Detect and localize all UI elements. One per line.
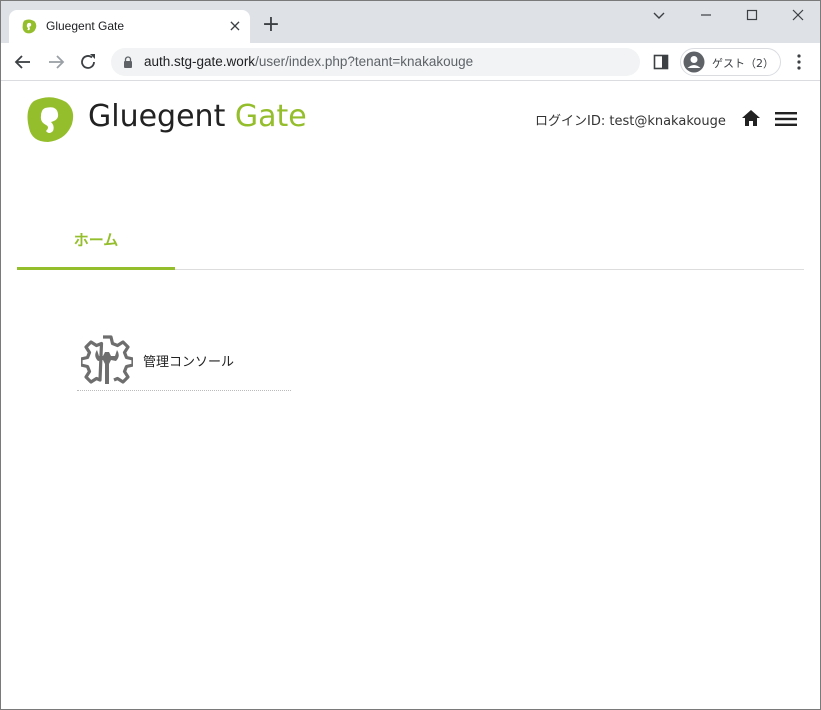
gluegent-favicon-icon <box>22 19 37 34</box>
tab-home[interactable]: ホーム <box>17 202 175 270</box>
url-text[interactable]: auth.stg-gate.work/user/index.php?tenant… <box>144 54 473 69</box>
minimize-icon[interactable] <box>696 5 716 25</box>
tab-search-chevron-icon[interactable] <box>649 5 669 25</box>
close-window-icon[interactable] <box>788 5 808 25</box>
tab-title: Gluegent Gate <box>46 19 125 33</box>
page-content: Gluegent Gate ログインID: test@knakakouge ホー… <box>1 82 820 709</box>
forward-arrow-icon[interactable] <box>45 51 67 73</box>
lock-icon[interactable] <box>123 56 133 68</box>
hamburger-menu-icon[interactable] <box>775 112 797 126</box>
tab-close-icon[interactable]: × <box>225 16 245 36</box>
gluegent-gate-logo[interactable]: Gluegent Gate <box>26 96 307 146</box>
tab-bar: ホーム <box>17 202 804 270</box>
logo-word-gate: Gate <box>234 99 307 134</box>
new-tab-button[interactable]: + <box>260 14 282 37</box>
side-panel-icon[interactable] <box>653 54 669 70</box>
url-path: /user/index.php?tenant=knakakouge <box>255 54 474 69</box>
app-item-admin-console[interactable]: 管理コンソール <box>77 332 291 391</box>
browser-tab[interactable]: Gluegent Gate × <box>9 10 250 43</box>
maximize-icon[interactable] <box>742 5 762 25</box>
profile-button[interactable]: ゲスト（2） <box>680 48 781 76</box>
home-icon[interactable] <box>741 109 761 127</box>
reload-icon[interactable] <box>77 51 99 73</box>
more-menu-icon[interactable] <box>791 53 807 71</box>
gluegent-logo-icon <box>27 97 74 142</box>
logo-text: Gluegent Gate <box>88 99 307 134</box>
avatar-icon <box>683 51 705 73</box>
app-label: 管理コンソール <box>143 355 235 370</box>
address-bar[interactable]: auth.stg-gate.work/user/index.php?tenant… <box>111 48 640 76</box>
login-id-label: ログインID: test@knakakouge <box>535 114 726 129</box>
profile-label: ゲスト（2） <box>712 57 774 70</box>
url-host: auth.stg-gate.work <box>144 54 256 69</box>
browser-window: Gluegent Gate × + auth.stg-gate.work/use… <box>0 0 821 710</box>
browser-toolbar: auth.stg-gate.work/user/index.php?tenant… <box>1 43 820 81</box>
gear-wrench-icon <box>81 335 133 384</box>
tab-strip: Gluegent Gate × + <box>1 1 820 43</box>
tab-home-label: ホーム <box>73 231 119 249</box>
back-arrow-icon[interactable] <box>12 51 34 73</box>
logo-word-gluegent: Gluegent <box>88 99 226 134</box>
